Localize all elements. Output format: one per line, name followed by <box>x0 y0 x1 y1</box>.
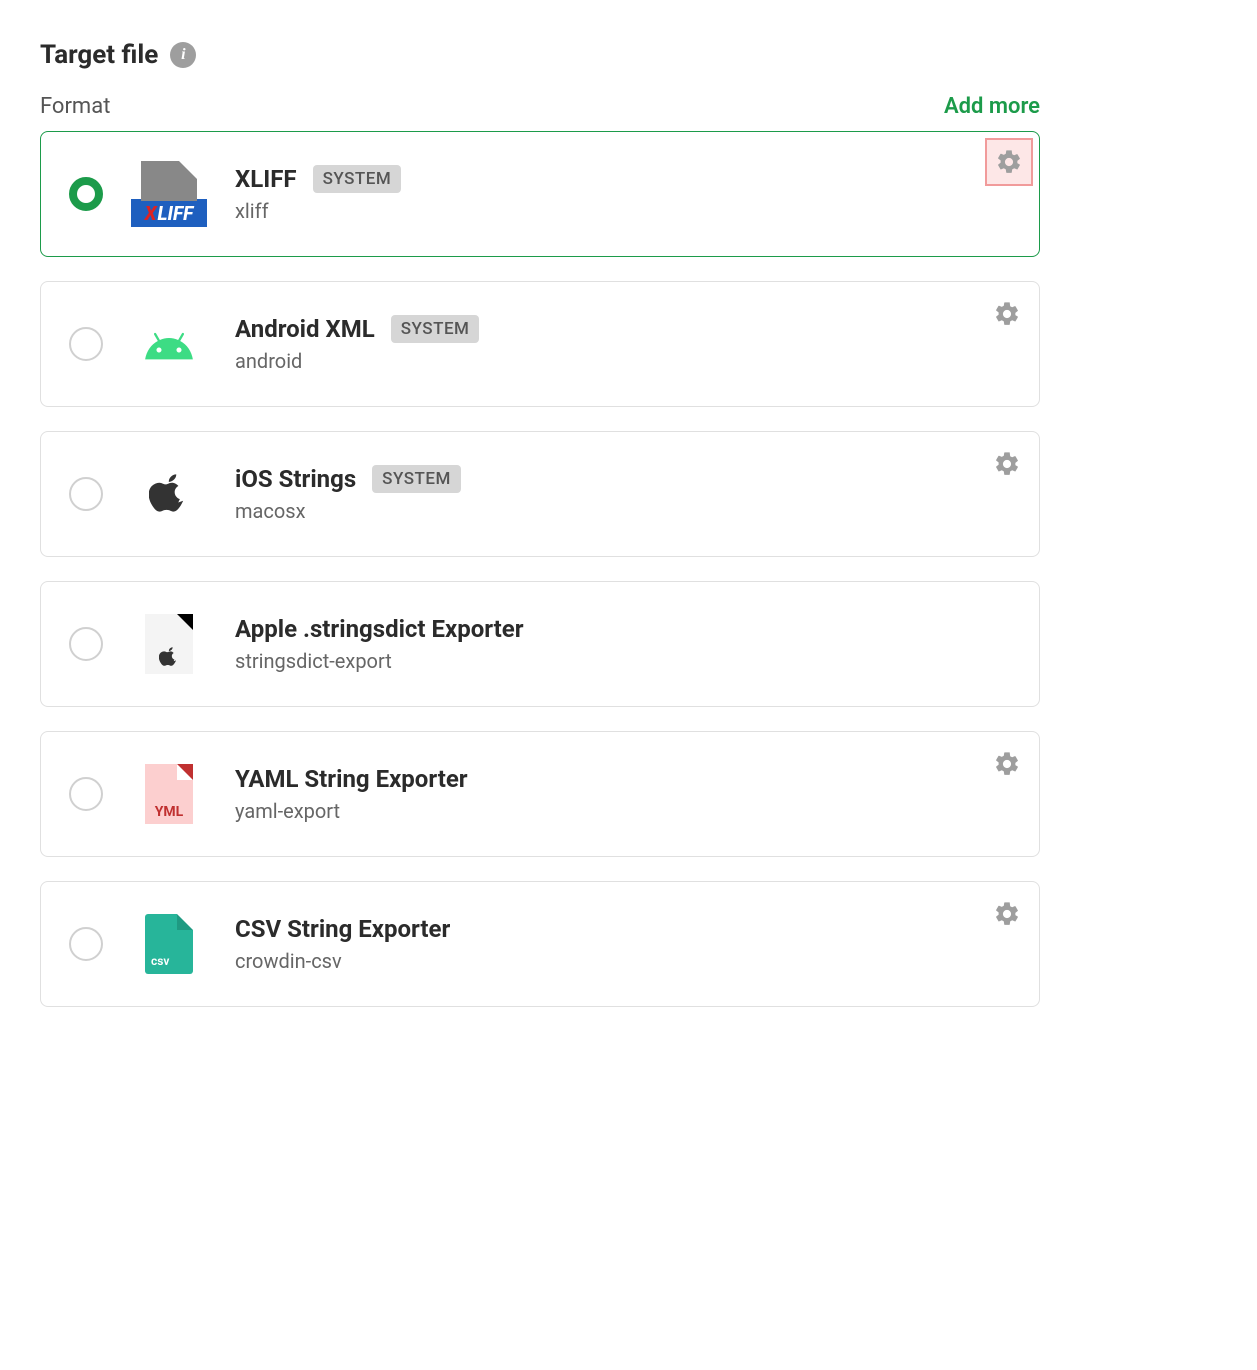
format-text: YAML String Exporter yaml-export <box>235 765 1011 823</box>
android-icon <box>131 306 207 382</box>
format-text: iOS Strings SYSTEM macosx <box>235 465 1011 523</box>
ios-icon <box>131 456 207 532</box>
gear-icon[interactable] <box>993 900 1021 928</box>
format-card[interactable]: Android XML SYSTEM android <box>40 281 1040 407</box>
xliff-icon: XLIFF <box>131 156 207 232</box>
format-card[interactable]: XLIFF XLIFF SYSTEM xliff <box>40 131 1040 257</box>
system-badge: SYSTEM <box>313 165 402 193</box>
format-title: XLIFF <box>235 165 297 193</box>
format-title: YAML String Exporter <box>235 765 468 793</box>
format-list: XLIFF XLIFF SYSTEM xliff Android XML SYSTEM an… <box>40 131 1040 1007</box>
format-text: CSV String Exporter crowdin-csv <box>235 915 1011 973</box>
gear-icon[interactable] <box>993 300 1021 328</box>
format-subtitle: yaml-export <box>235 799 1011 823</box>
format-card[interactable]: iOS Strings SYSTEM macosx <box>40 431 1040 557</box>
format-title: CSV String Exporter <box>235 915 450 943</box>
yaml-icon: YML <box>131 756 207 832</box>
format-text: Android XML SYSTEM android <box>235 315 1011 373</box>
system-badge: SYSTEM <box>372 465 461 493</box>
radio-button[interactable] <box>69 627 103 661</box>
gear-icon[interactable] <box>993 450 1021 478</box>
format-text: Apple .stringsdict Exporter stringsdict-e… <box>235 615 1011 673</box>
radio-button[interactable] <box>69 777 103 811</box>
format-label: Format <box>40 94 110 119</box>
format-title: Android XML <box>235 315 375 343</box>
radio-button[interactable] <box>69 177 103 211</box>
format-text: XLIFF SYSTEM xliff <box>235 165 1011 223</box>
format-subtitle: android <box>235 349 1011 373</box>
stringsdict-icon <box>131 606 207 682</box>
format-subtitle: crowdin-csv <box>235 949 1011 973</box>
format-title: iOS Strings <box>235 465 356 493</box>
csv-icon: csv <box>131 906 207 982</box>
target-file-section: Target file i Format Add more XLIFFXLIFF… <box>40 40 1040 1007</box>
format-subtitle: xliff <box>235 199 1011 223</box>
format-toolbar: Format Add more <box>40 94 1040 119</box>
format-card[interactable]: Apple .stringsdict Exporter stringsdict-e… <box>40 581 1040 707</box>
gear-icon[interactable] <box>993 750 1021 778</box>
gear-icon[interactable] <box>985 138 1033 186</box>
format-subtitle: macosx <box>235 499 1011 523</box>
add-more-button[interactable]: Add more <box>944 94 1040 119</box>
format-subtitle: stringsdict-export <box>235 649 1011 673</box>
format-title: Apple .stringsdict Exporter <box>235 615 524 643</box>
section-header: Target file i <box>40 40 1040 70</box>
info-icon[interactable]: i <box>170 42 196 68</box>
section-title: Target file <box>40 40 158 70</box>
radio-button[interactable] <box>69 327 103 361</box>
format-card[interactable]: YML YAML String Exporter yaml-export <box>40 731 1040 857</box>
radio-button[interactable] <box>69 927 103 961</box>
format-card[interactable]: csv CSV String Exporter crowdin-csv <box>40 881 1040 1007</box>
radio-button[interactable] <box>69 477 103 511</box>
system-badge: SYSTEM <box>391 315 480 343</box>
